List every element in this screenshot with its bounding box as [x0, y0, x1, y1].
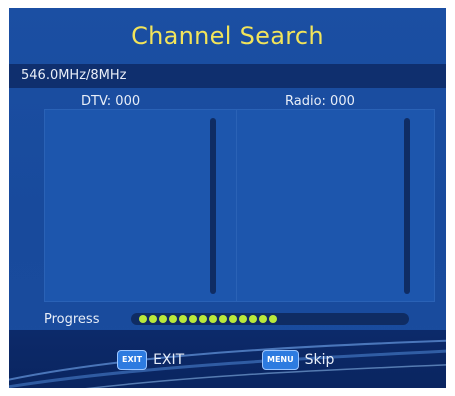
page-title: Channel Search: [131, 22, 324, 50]
exit-button[interactable]: EXIT EXIT: [117, 350, 184, 370]
progress-dot: [149, 315, 157, 323]
exit-key-icon: EXIT: [117, 350, 148, 370]
progress-dot: [239, 315, 247, 323]
dtv-count: DTV: 000: [81, 94, 141, 109]
progress-dot: [249, 315, 257, 323]
frequency-readout: 546.0MHz/8MHz: [21, 68, 127, 83]
progress-dot: [139, 315, 147, 323]
dtv-list-scrollbar[interactable]: [210, 118, 216, 294]
progress-dot: [189, 315, 197, 323]
progress-dot: [269, 315, 277, 323]
radio-channel-list[interactable]: [236, 109, 435, 302]
progress-dot: [179, 315, 187, 323]
progress-dot: [159, 315, 167, 323]
exit-label: EXIT: [153, 352, 185, 368]
progress-dot: [199, 315, 207, 323]
progress-fill: [139, 315, 277, 323]
frequency-bar: 546.0MHz/8MHz: [9, 64, 446, 88]
progress-dot: [209, 315, 217, 323]
skip-button[interactable]: MENU Skip: [262, 350, 334, 370]
progress-bar: [131, 313, 409, 325]
radio-list-scrollbar[interactable]: [404, 118, 410, 294]
footer-swoosh-decoration: [9, 339, 446, 388]
progress-dot: [229, 315, 237, 323]
dtv-channel-list[interactable]: [44, 109, 243, 302]
radio-count: Radio: 000: [285, 94, 355, 109]
progress-dot: [219, 315, 227, 323]
progress-label: Progress: [44, 312, 100, 327]
channel-search-screen: Channel Search 546.0MHz/8MHz DTV: 000 Ra…: [9, 8, 446, 388]
progress-dot: [169, 315, 177, 323]
footer-bar: EXIT EXIT MENU Skip: [9, 330, 446, 388]
skip-label: Skip: [304, 352, 335, 368]
progress-dot: [259, 315, 267, 323]
menu-key-icon: MENU: [262, 350, 299, 370]
